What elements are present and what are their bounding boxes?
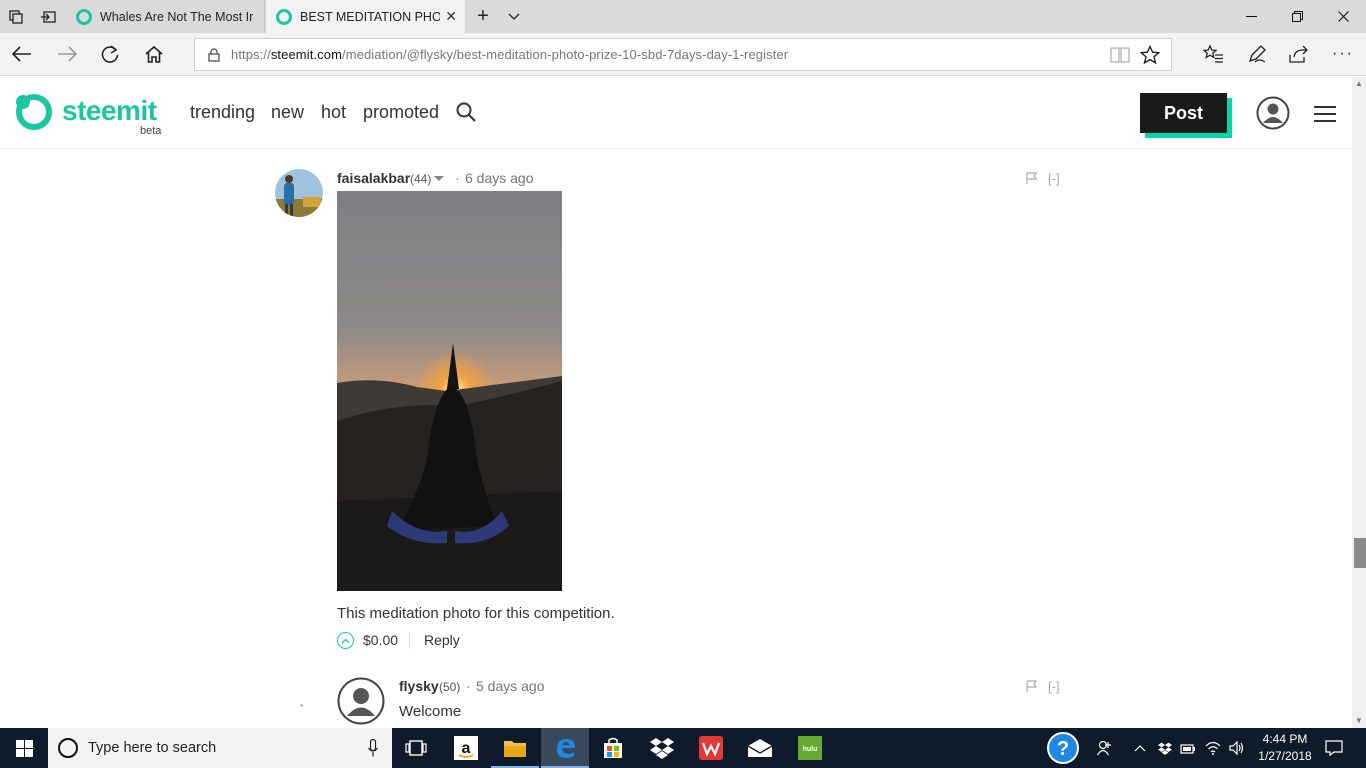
amazon-app-icon[interactable]: a: [442, 728, 490, 768]
browser-navigation-bar: https://steemit.com/mediation/@flysky/be…: [0, 33, 1366, 76]
reply-link[interactable]: Reply: [424, 632, 460, 648]
comment-timestamp[interactable]: 6 days ago: [465, 170, 534, 186]
set-aside-tabs-icon[interactable]: [32, 0, 64, 33]
clock-date: 1/27/2018: [1258, 749, 1312, 763]
comment-author-reputation: (50): [439, 680, 461, 694]
help-question-icon[interactable]: ?: [1040, 728, 1086, 768]
post-button[interactable]: Post: [1140, 93, 1227, 133]
file-explorer-icon[interactable]: [491, 728, 539, 768]
tab-manager-icon[interactable]: [0, 0, 32, 33]
comment-author-reputation: (44): [410, 172, 432, 186]
home-icon[interactable]: [137, 37, 171, 71]
user-avatar-icon[interactable]: [1256, 96, 1290, 130]
scroll-thumb[interactable]: [1354, 538, 1366, 568]
tray-chevron-up-icon[interactable]: [1128, 728, 1152, 768]
scroll-up-arrow-icon[interactable]: ▲: [1352, 77, 1366, 91]
nav-new[interactable]: new: [271, 102, 304, 123]
minimize-icon[interactable]: [1228, 0, 1274, 33]
restore-icon[interactable]: [1274, 0, 1320, 33]
wifi-icon[interactable]: [1201, 728, 1225, 768]
comment-author-name[interactable]: faisalakbar: [337, 170, 410, 186]
new-tab-icon[interactable]: +: [466, 0, 500, 33]
web-note-pen-icon[interactable]: [1240, 37, 1274, 71]
microsoft-store-icon[interactable]: [589, 728, 637, 768]
upvote-chevron-up-icon[interactable]: [337, 632, 354, 649]
dropbox-tray-icon[interactable]: [1154, 728, 1176, 768]
tab-whales[interactable]: Whales Are Not The Most Ir: [66, 0, 265, 33]
hamburger-menu-icon[interactable]: [1314, 106, 1336, 122]
flag-icon[interactable]: [1026, 172, 1037, 185]
comment-time-separator-dot: ·: [455, 170, 460, 186]
taskbar-search-placeholder: Type here to search: [88, 740, 217, 756]
task-view-icon[interactable]: [392, 728, 440, 768]
nav-promoted[interactable]: promoted: [363, 102, 439, 123]
steemit-logo-text[interactable]: steemit: [62, 95, 157, 127]
windows-start-icon[interactable]: [0, 728, 48, 768]
tab-list-chevron-down-icon[interactable]: [500, 0, 528, 33]
comment-collapse-toggle[interactable]: [-]: [1048, 679, 1060, 694]
hulu-label: hulu: [803, 746, 818, 753]
taskbar-search-input[interactable]: Type here to search: [48, 728, 392, 768]
forward-arrow-icon[interactable]: [50, 37, 84, 71]
tab-close-icon[interactable]: ✕: [445, 8, 457, 25]
wps-office-icon[interactable]: [687, 728, 735, 768]
comment-payout[interactable]: $0.00: [363, 632, 398, 648]
thread-dot: [300, 704, 303, 707]
steemit-logo-icon[interactable]: [14, 93, 52, 131]
microphone-icon[interactable]: [368, 739, 378, 757]
volume-icon[interactable]: [1225, 728, 1249, 768]
cortana-icon: [58, 738, 78, 758]
window-close-icon[interactable]: [1320, 0, 1366, 33]
tab-best-meditation[interactable]: BEST MEDITATION PHO ✕: [266, 0, 465, 33]
svg-text:?: ?: [1057, 738, 1069, 760]
taskbar-clock[interactable]: 4:44 PM 1/27/2018: [1250, 731, 1320, 765]
mail-icon[interactable]: [736, 728, 784, 768]
comment-time-separator-dot: ·: [466, 678, 471, 694]
windows-taskbar: Type here to search a hulu ? 4:44 PM 1/2…: [0, 728, 1366, 768]
scroll-down-arrow-icon[interactable]: ▼: [1352, 714, 1366, 728]
battery-icon[interactable]: [1177, 728, 1199, 768]
back-arrow-icon[interactable]: [5, 37, 39, 71]
hulu-app-icon[interactable]: hulu: [786, 728, 834, 768]
steemit-favicon-icon: [76, 8, 92, 25]
flag-icon[interactable]: [1026, 680, 1037, 693]
page-scrollbar[interactable]: ▲ ▼: [1352, 77, 1366, 728]
url-text: https://steemit.com/mediation/@flysky/be…: [231, 47, 789, 62]
site-header: steemit beta trending new hot promoted P…: [0, 77, 1352, 149]
tab-title: BEST MEDITATION PHO: [300, 9, 440, 24]
search-icon[interactable]: [456, 102, 476, 122]
edge-browser-icon[interactable]: [541, 728, 589, 768]
favorite-star-icon[interactable]: [1139, 45, 1161, 65]
author-dropdown-caret-icon[interactable]: [434, 176, 444, 182]
action-divider: [409, 632, 410, 649]
people-icon[interactable]: [1090, 728, 1120, 768]
logo-beta-label: beta: [140, 125, 162, 137]
comment-timestamp[interactable]: 5 days ago: [476, 678, 545, 694]
dropbox-icon[interactable]: [638, 728, 686, 768]
comment-author-avatar[interactable]: [337, 677, 385, 725]
nav-hot[interactable]: hot: [321, 102, 346, 123]
comment-collapse-toggle[interactable]: [-]: [1048, 171, 1060, 186]
comment-meditation-photo: [337, 191, 562, 591]
comment-body: This meditation photo for this competiti…: [337, 605, 615, 622]
action-center-icon[interactable]: [1318, 728, 1350, 768]
favorites-hub-icon[interactable]: [1196, 37, 1230, 71]
lock-icon: [208, 47, 220, 62]
reading-view-icon[interactable]: [1109, 45, 1131, 65]
comment-body: Welcome: [399, 703, 462, 720]
clock-time: 4:44 PM: [1262, 732, 1308, 746]
tab-title: Whales Are Not The Most Ir: [100, 9, 254, 24]
comment-author-avatar[interactable]: [275, 169, 323, 217]
address-bar[interactable]: https://steemit.com/mediation/@flysky/be…: [194, 38, 1172, 71]
browser-tab-bar: Whales Are Not The Most Ir BEST MEDITATI…: [0, 0, 1366, 33]
more-options-icon[interactable]: ···: [1326, 37, 1360, 71]
steemit-favicon-icon: [276, 8, 292, 25]
refresh-icon[interactable]: [93, 37, 127, 71]
share-icon[interactable]: [1282, 37, 1316, 71]
nav-trending[interactable]: trending: [190, 102, 255, 123]
svg-text:a: a: [462, 740, 471, 757]
comment-author-name[interactable]: flysky: [399, 678, 439, 694]
